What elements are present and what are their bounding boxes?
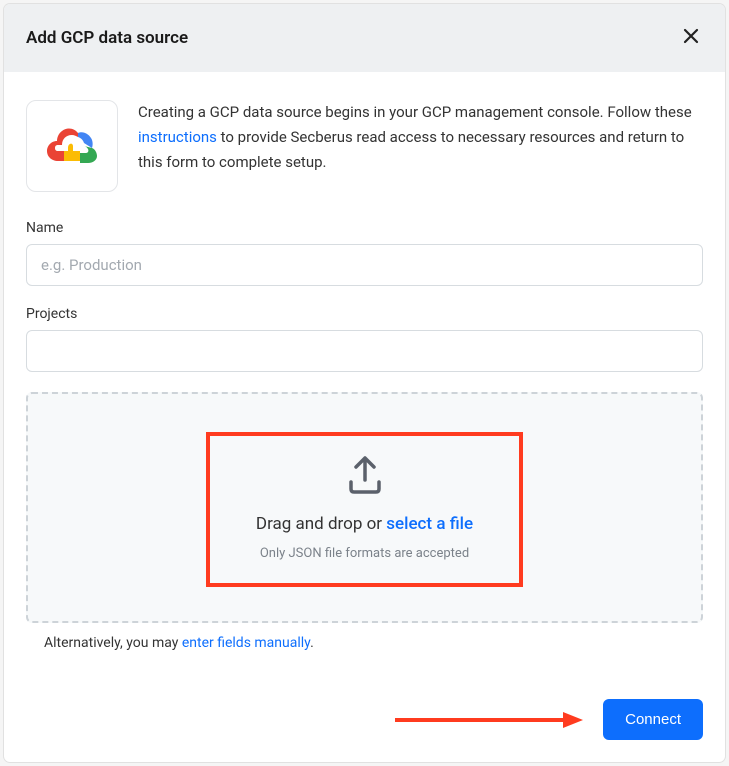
close-button[interactable] [679,24,703,52]
upload-icon [344,454,386,494]
enter-manually-link[interactable]: enter fields manually [182,635,310,651]
intro-text-after: to provide Secberus read access to neces… [138,128,684,171]
projects-label: Projects [26,306,703,322]
name-field-group: Name [26,220,703,286]
gcp-cloud-icon [46,125,98,167]
intro-text: Creating a GCP data source begins in you… [138,100,703,192]
close-icon [683,27,699,49]
gcp-logo [26,100,118,192]
annotation-arrow [393,710,583,730]
alternative-text: Alternatively, you may enter fields manu… [26,635,703,651]
modal-body: Creating a GCP data source begins in you… [4,72,725,762]
annotation-highlight-box: Drag and drop or select a file Only JSON… [206,432,523,587]
modal-title: Add GCP data source [26,28,188,48]
modal-header: Add GCP data source [4,4,725,72]
alt-prefix: Alternatively, you may [44,635,182,651]
intro-text-before: Creating a GCP data source begins in you… [138,103,692,121]
intro-row: Creating a GCP data source begins in you… [26,100,703,192]
file-dropzone[interactable]: Drag and drop or select a file Only JSON… [26,392,703,623]
projects-input[interactable] [26,330,703,372]
dropzone-main-text: Drag and drop or select a file [256,514,473,534]
projects-field-group: Projects [26,306,703,372]
dropzone-hint: Only JSON file formats are accepted [256,546,473,561]
modal-footer: Connect [26,699,703,740]
instructions-link[interactable]: instructions [138,128,217,146]
name-input[interactable] [26,244,703,286]
dropzone-prefix: Drag and drop or [256,514,386,534]
select-file-link[interactable]: select a file [386,514,473,534]
alt-suffix: . [310,635,314,651]
add-gcp-data-source-modal: Add GCP data source Creating a GCP data … [4,4,725,762]
connect-button[interactable]: Connect [603,699,703,740]
name-label: Name [26,220,703,236]
